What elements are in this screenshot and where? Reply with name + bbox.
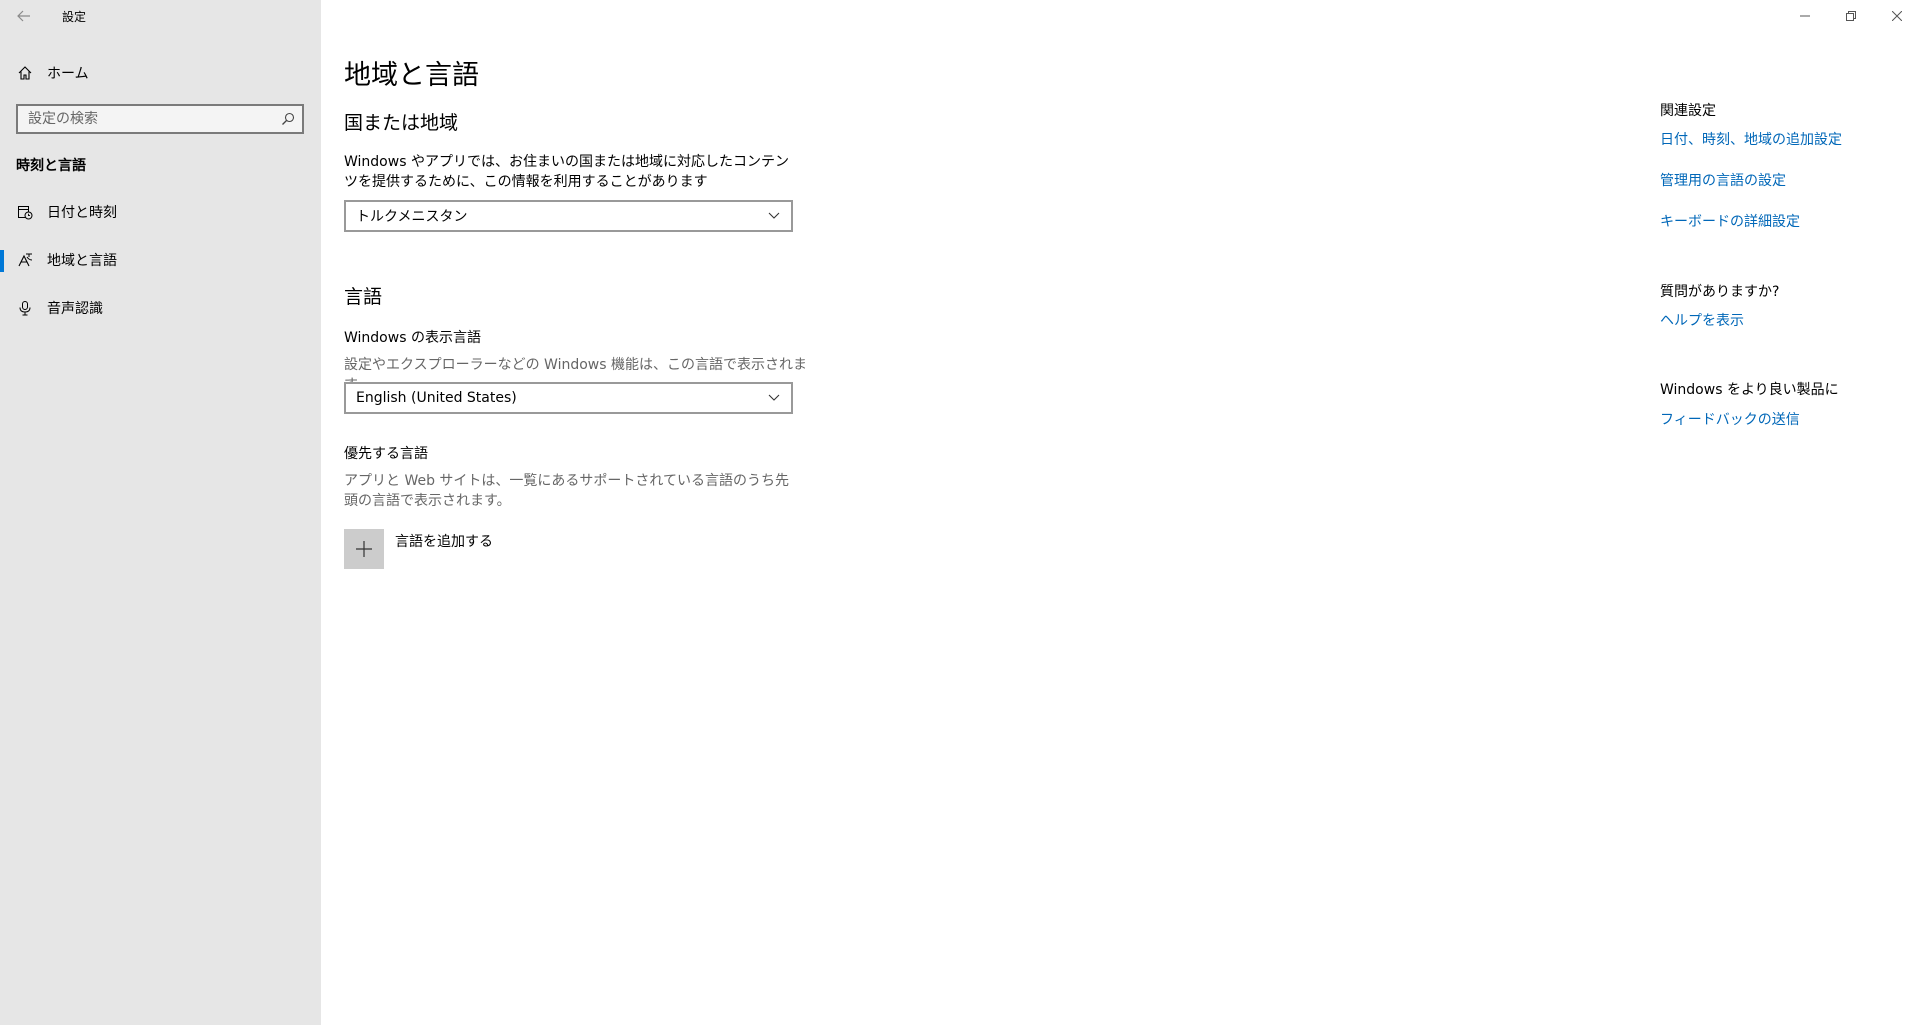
region-selected-value: トルクメニスタン: [356, 209, 468, 225]
region-heading: 国または地域: [344, 112, 459, 134]
main-content: 地域と言語 国または地域 Windows やアプリでは、お住まいの国または地域に…: [321, 0, 1920, 1025]
region-language-icon: [17, 252, 33, 268]
preferred-languages-title: 優先する言語: [344, 446, 428, 462]
preferred-languages-description: アプリと Web サイトは、一覧にあるサポートされている言語のうち先頭の言語で表…: [344, 473, 790, 509]
improve-windows-title: Windows をより良い製品に: [1660, 382, 1839, 398]
titlebar-left: 設定: [0, 0, 321, 32]
sidebar-item-region-language[interactable]: 地域と言語: [0, 240, 321, 280]
search-box: [16, 104, 304, 134]
minimize-button[interactable]: [1782, 0, 1828, 32]
display-language-dropdown[interactable]: English (United States): [344, 382, 793, 414]
home-icon: [17, 65, 33, 81]
app-title: 設定: [62, 9, 87, 24]
sidebar-item-label: ホーム: [47, 66, 89, 82]
sidebar: 設定 ホーム 時刻と言語: [0, 0, 321, 1025]
chevron-down-icon: [767, 391, 781, 405]
chevron-down-icon: [767, 209, 781, 223]
restore-icon: [1846, 11, 1856, 21]
add-language-label: 言語を追加する: [395, 534, 493, 550]
related-settings: 関連設定 日付、時刻、地域の追加設定 管理用の言語の設定 キーボードの詳細設定 …: [1660, 100, 1920, 429]
display-language-selected-value: English (United States): [356, 390, 517, 406]
link-keyboard-advanced[interactable]: キーボードの詳細設定: [1660, 211, 1920, 231]
minimize-icon: [1800, 15, 1810, 17]
calendar-clock-icon: [17, 204, 33, 220]
sidebar-section-title: 時刻と言語: [16, 158, 86, 174]
link-give-feedback[interactable]: フィードバックの送信: [1660, 409, 1920, 429]
region-description: Windows やアプリでは、お住まいの国または地域に対応したコンテンツを提供す…: [344, 154, 789, 190]
back-arrow-icon: [17, 10, 30, 22]
add-language-button[interactable]: 言語を追加する: [344, 529, 493, 569]
page-title: 地域と言語: [344, 60, 479, 91]
settings-window: 設定 ホーム 時刻と言語: [0, 0, 1920, 1025]
sidebar-item-label: 音声認識: [47, 301, 103, 317]
sidebar-item-date-time[interactable]: 日付と時刻: [0, 192, 321, 232]
sidebar-item-speech[interactable]: 音声認識: [0, 288, 321, 328]
link-additional-date-time-region[interactable]: 日付、時刻、地域の追加設定: [1660, 129, 1920, 149]
question-title: 質問がありますか?: [1660, 284, 1780, 300]
related-settings-title: 関連設定: [1660, 103, 1716, 119]
search-input[interactable]: [18, 110, 274, 128]
display-language-title: Windows の表示言語: [344, 330, 481, 346]
sidebar-item-label: 地域と言語: [47, 253, 117, 269]
link-administrative-language[interactable]: 管理用の言語の設定: [1660, 170, 1920, 190]
language-heading: 言語: [344, 286, 383, 308]
sidebar-item-label: 日付と時刻: [47, 205, 117, 221]
plus-icon: [344, 529, 384, 569]
microphone-icon: [17, 300, 33, 316]
window-controls: [1782, 0, 1920, 32]
restore-button[interactable]: [1828, 0, 1874, 32]
close-icon: [1892, 11, 1902, 21]
search-icon[interactable]: [274, 106, 302, 132]
sidebar-item-home[interactable]: ホーム: [0, 58, 321, 88]
back-button[interactable]: [0, 0, 48, 32]
link-get-help[interactable]: ヘルプを表示: [1660, 310, 1920, 330]
close-button[interactable]: [1874, 0, 1920, 32]
region-dropdown[interactable]: トルクメニスタン: [344, 200, 793, 232]
